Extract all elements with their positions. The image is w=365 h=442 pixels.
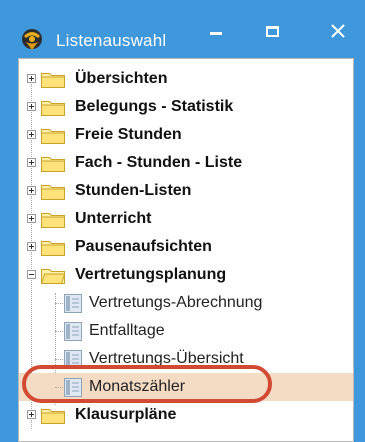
tree-folder-uebersichten[interactable]: Übersichten	[19, 65, 353, 93]
tree-folder-label: Übersichten	[75, 70, 168, 87]
tree-item-label: Vertretungs-Übersicht	[89, 350, 244, 367]
maximize-button[interactable]	[252, 14, 292, 48]
open-folder-icon	[41, 269, 65, 284]
close-icon	[331, 24, 345, 38]
tree-folder-belegungs-statistik[interactable]: Belegungs - Statistik	[19, 93, 353, 121]
tree-folder-label: Pausenaufsichten	[75, 238, 212, 255]
folder-icon	[41, 185, 65, 200]
title-bar[interactable]: Listenauswahl	[0, 0, 365, 58]
tree-folder-label: Unterricht	[75, 210, 152, 227]
tree-item-label: Entfalltage	[89, 322, 165, 339]
tree-item-vertretungs-abrechnung[interactable]: Vertretungs-Abrechnung	[19, 289, 353, 317]
tree-folder-label: Stunden-Listen	[75, 182, 192, 199]
list-document-icon	[64, 350, 82, 369]
tree-folder-fach-stunden-liste[interactable]: Fach - Stunden - Liste	[19, 149, 353, 177]
tree-folder-label: Freie Stunden	[75, 126, 182, 143]
expand-plus-icon[interactable]	[27, 214, 36, 223]
tree-item-monatszaehler[interactable]: Monatszähler	[19, 373, 353, 401]
list-document-icon	[64, 322, 82, 341]
tree-folder-klausurplaene[interactable]: Klausurpläne	[19, 401, 353, 429]
minimize-button[interactable]	[196, 14, 236, 48]
tree-folder-pausenaufsichten[interactable]: Pausenaufsichten	[19, 233, 353, 261]
collapse-minus-icon[interactable]	[27, 270, 36, 279]
tree-folder-vertretungsplanung[interactable]: Vertretungsplanung	[19, 261, 353, 289]
folder-icon	[41, 213, 65, 228]
folder-icon	[41, 73, 65, 88]
tree-item-vertretungs-uebersicht[interactable]: Vertretungs-Übersicht	[19, 345, 353, 373]
expand-plus-icon[interactable]	[27, 158, 36, 167]
tree-connector-line	[55, 331, 63, 332]
tree-connector-line	[55, 303, 63, 304]
tree-item-label: Vertretungs-Abrechnung	[89, 294, 263, 311]
list-tree-panel: Übersichten Belegungs - Statistik Freie …	[18, 58, 354, 442]
window-title: Listenauswahl	[56, 31, 167, 50]
expand-plus-icon[interactable]	[27, 130, 36, 139]
tree-folder-label: Vertretungsplanung	[75, 266, 227, 283]
tree-connector-line	[55, 359, 63, 360]
expand-plus-icon[interactable]	[27, 102, 36, 111]
list-document-icon	[64, 378, 82, 397]
close-button[interactable]	[318, 14, 358, 48]
folder-icon	[41, 101, 65, 116]
folder-icon	[41, 241, 65, 256]
list-selection-window: Listenauswahl Übersichten Belegungs - St…	[0, 0, 365, 442]
app-list-icon	[22, 29, 42, 50]
folder-icon	[41, 129, 65, 144]
expand-plus-icon[interactable]	[27, 242, 36, 251]
minimize-icon	[210, 31, 222, 35]
tree-connector-line	[55, 387, 63, 388]
folder-icon	[41, 409, 65, 424]
tree-folder-freie-stunden[interactable]: Freie Stunden	[19, 121, 353, 149]
list-tree: Übersichten Belegungs - Statistik Freie …	[19, 65, 353, 429]
expand-plus-icon[interactable]	[27, 186, 36, 195]
tree-folder-unterricht[interactable]: Unterricht	[19, 205, 353, 233]
maximize-icon	[265, 25, 279, 37]
tree-folder-label: Klausurpläne	[75, 406, 177, 423]
tree-folder-label: Belegungs - Statistik	[75, 98, 234, 115]
folder-icon	[41, 157, 65, 172]
expand-plus-icon[interactable]	[27, 74, 36, 83]
list-document-icon	[64, 294, 82, 313]
tree-folder-label: Fach - Stunden - Liste	[75, 154, 243, 171]
tree-item-label: Monatszähler	[89, 378, 186, 395]
tree-item-entfalltage[interactable]: Entfalltage	[19, 317, 353, 345]
tree-folder-stunden-listen[interactable]: Stunden-Listen	[19, 177, 353, 205]
expand-plus-icon[interactable]	[27, 410, 36, 419]
